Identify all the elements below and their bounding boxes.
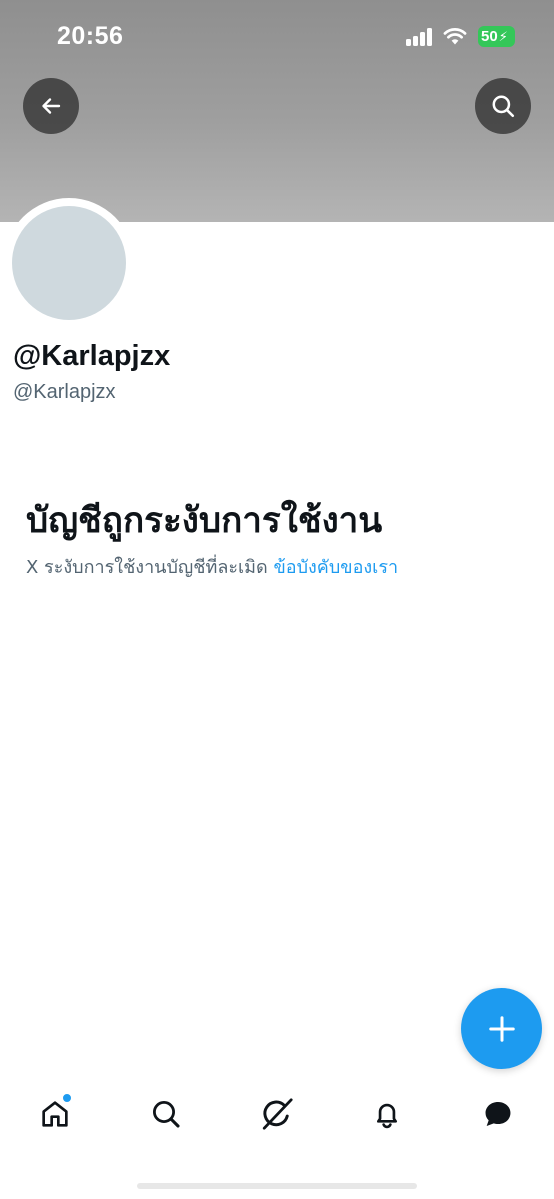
profile-display-name: @Karlapjzx	[13, 340, 171, 372]
tab-search[interactable]	[146, 1094, 186, 1134]
compose-button[interactable]	[461, 988, 542, 1069]
grok-icon	[262, 1098, 293, 1130]
plus-icon	[488, 1015, 515, 1042]
profile-handle: @Karlapjzx	[13, 381, 116, 403]
tab-grok[interactable]	[257, 1094, 297, 1134]
home-notification-dot	[62, 1093, 72, 1103]
tab-notifications[interactable]	[367, 1094, 407, 1134]
charging-bolt-icon: ⚡	[498, 28, 508, 44]
wifi-icon	[443, 26, 467, 46]
search-icon	[492, 95, 515, 118]
status-time: 20:56	[57, 22, 124, 50]
search-icon	[153, 1101, 180, 1128]
arrow-left-icon	[42, 98, 61, 114]
search-button[interactable]	[475, 78, 531, 134]
bell-icon	[377, 1103, 397, 1129]
suspended-description-text: X ระงับการใช้งานบัญชีที่ละเมิด	[26, 557, 268, 578]
cellular-signal-icon	[406, 28, 434, 46]
suspended-description: X ระงับการใช้งานบัญชีที่ละเมิด ข้อบังคับ…	[26, 552, 398, 581]
avatar[interactable]	[12, 206, 126, 320]
back-button[interactable]	[23, 78, 79, 134]
suspended-title: บัญชีถูกระงับการใช้งาน	[26, 501, 383, 541]
messages-icon	[485, 1101, 511, 1127]
tab-messages[interactable]	[478, 1094, 518, 1134]
battery-level: 50	[481, 28, 498, 45]
home-indicator	[137, 1183, 417, 1189]
battery-indicator: 50 ⚡	[478, 26, 515, 47]
bottom-tab-bar	[0, 1080, 554, 1150]
rules-link[interactable]: ข้อบังคับของเรา	[273, 557, 398, 578]
